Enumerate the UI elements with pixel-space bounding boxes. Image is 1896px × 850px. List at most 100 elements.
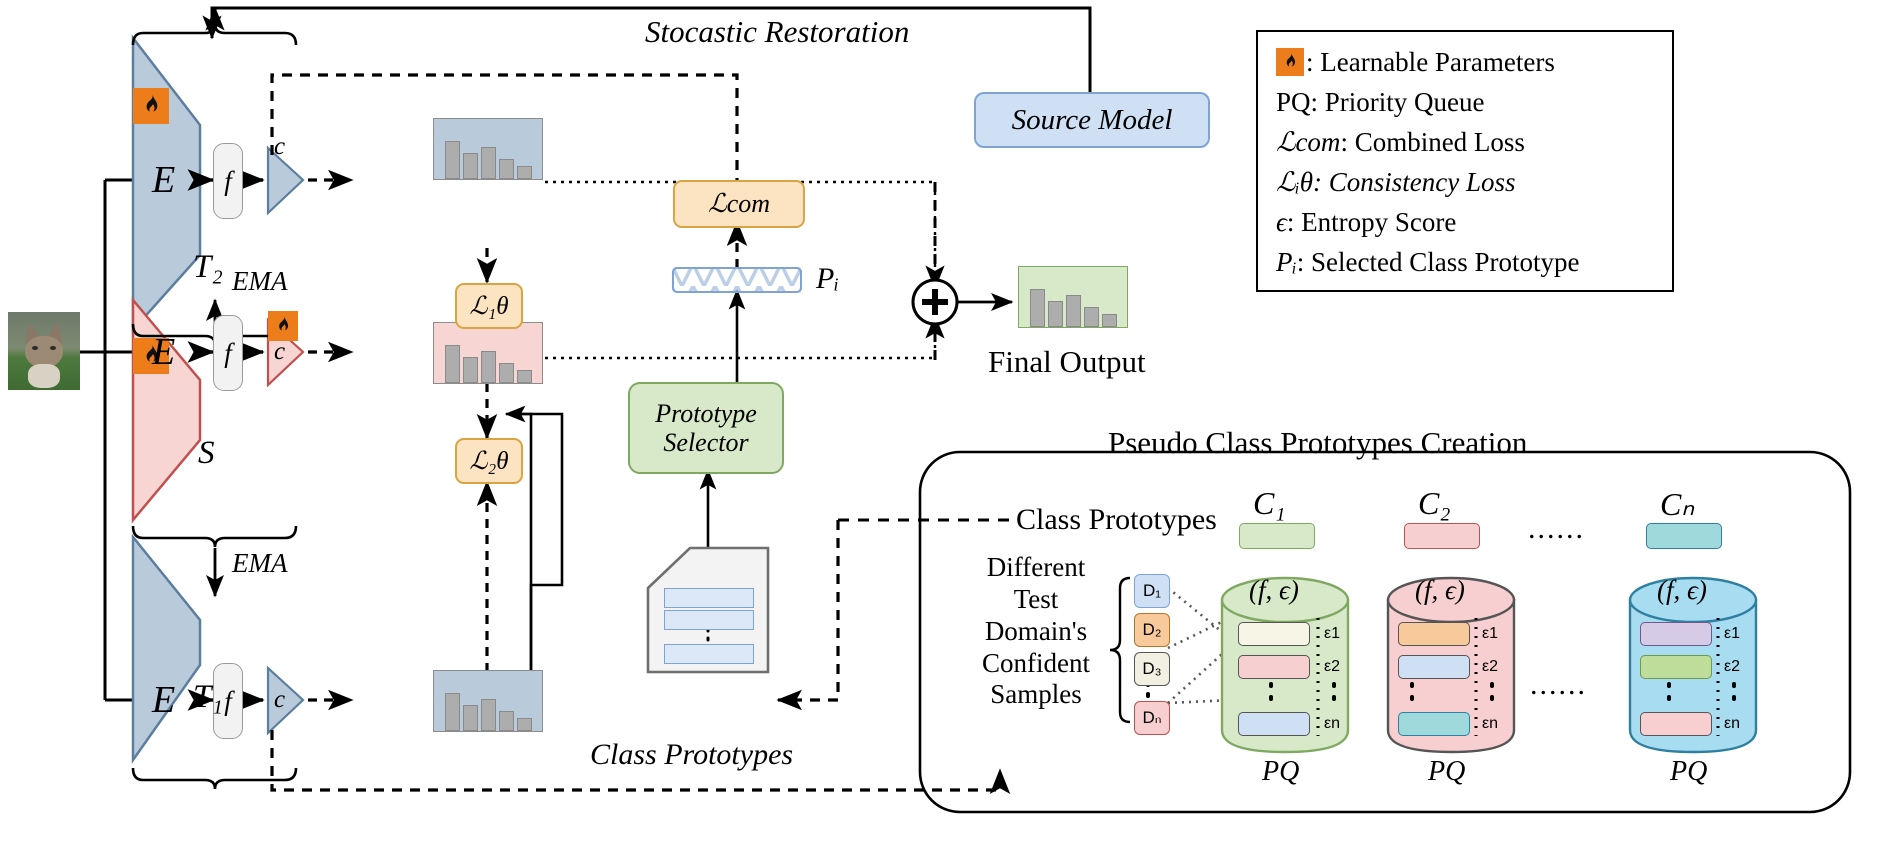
loss-box-l2: ℒ₂θ <box>455 438 523 484</box>
legend-key: ℒᵢθ <box>1276 166 1313 197</box>
pq-entry-c1-2 <box>1238 655 1310 679</box>
pq-eps-label: ε2 <box>1324 658 1341 675</box>
feature-box-t2: f <box>213 143 243 219</box>
pq-eps-label: ε1 <box>1324 625 1341 642</box>
pq-entry-cn-1 <box>1640 622 1712 646</box>
domain-box-d1: D₁ <box>1134 574 1170 608</box>
source-model-label: Source Model <box>1011 103 1173 136</box>
class-prototypes-doc-bar <box>664 644 754 664</box>
samples-line: Samples <box>990 679 1082 710</box>
class-prototypes-doc-bar <box>664 588 754 608</box>
samples-line: Test <box>1013 583 1059 614</box>
prototype-selector-line2: Selector <box>663 428 749 457</box>
legend-item: ℒcom : Combined Loss <box>1276 122 1672 162</box>
legend-key: ℒcom <box>1276 126 1341 157</box>
loss-box-l1: ℒ₁θ <box>455 283 523 329</box>
loss-box-lcom: ℒcom <box>673 180 805 228</box>
diagram-canvas: E E E f f f c c c T₂ S T₁ EMA EMA ℒ₁θ ℒ₂… <box>0 0 1896 850</box>
pq-entry-c2-1 <box>1398 622 1470 646</box>
domain-box-d3: D₃ <box>1134 652 1170 686</box>
pq-entry-c2-2 <box>1398 655 1470 679</box>
stochastic-restoration-label: Stocastic Restoration <box>645 14 910 49</box>
samples-line: Different <box>986 552 1086 582</box>
branch-label-t2: T₂ <box>193 249 223 285</box>
feature-box-s: f <box>213 315 243 391</box>
samples-label: Different Test Domain's Confident Sample… <box>960 552 1112 711</box>
panel-class-prototypes-label: Class Prototypes <box>1016 503 1217 536</box>
domain-label: D₁ <box>1142 581 1161 600</box>
pq-entry-cn-2 <box>1640 655 1712 679</box>
feature-label: f <box>224 337 232 368</box>
class-swatch-c1 <box>1239 523 1315 549</box>
pi-label: Pᵢ <box>816 262 840 295</box>
histogram-t2 <box>433 118 543 180</box>
pq-eps-label: εn <box>1324 715 1341 732</box>
encoder-label-s: E <box>152 331 176 373</box>
legend-item: ℒᵢθ : Consistency Loss <box>1276 162 1672 202</box>
input-image <box>8 312 80 390</box>
prototype-selector-line1: Prototype <box>655 398 757 428</box>
source-model-box[interactable]: Source Model <box>974 92 1210 148</box>
cylinder-header-c1: (f, ϵ) <box>1249 575 1299 605</box>
classes-ellipsis: ...... <box>1528 512 1585 545</box>
pq-entry-c1-n <box>1238 712 1310 736</box>
legend-text: : Learnable Parameters <box>1306 46 1555 77</box>
legend-key: PQ <box>1276 86 1311 117</box>
cylinders-ellipsis: ...... <box>1530 668 1587 701</box>
legend-key: ϵ <box>1276 206 1287 237</box>
ema-label-down: EMA <box>232 548 288 578</box>
fire-icon <box>133 88 169 124</box>
domain-label: Dₙ <box>1142 708 1162 727</box>
histogram-final-output <box>1018 266 1128 328</box>
fire-icon <box>268 311 298 341</box>
pq-label-c2: PQ <box>1428 756 1466 787</box>
loss-label: ℒ₁θ <box>469 293 509 320</box>
legend-item: ϵ : Entropy Score <box>1276 202 1672 242</box>
samples-line: Confident <box>982 647 1090 678</box>
prototype-selector-box[interactable]: Prototype Selector <box>628 382 784 474</box>
cylinder-header-c2: (f, ϵ) <box>1415 575 1465 605</box>
legend-text: : Entropy Score <box>1286 206 1457 237</box>
domain-label: D₂ <box>1142 620 1162 639</box>
histogram-s <box>433 322 543 384</box>
loss-label: ℒ₂θ <box>469 448 509 475</box>
class-label-cn: Cₙ <box>1660 486 1695 522</box>
pq-eps-label: ε1 <box>1482 625 1499 642</box>
pq-eps-label: ε2 <box>1724 658 1741 675</box>
final-output-label: Final Output <box>988 344 1146 379</box>
legend-text: : Priority Queue <box>1310 86 1485 117</box>
legend-text: : Combined Loss <box>1340 126 1525 157</box>
legend-text: : Consistency Loss <box>1312 166 1516 197</box>
class-swatch-c2 <box>1404 523 1480 549</box>
feature-label: f <box>224 165 232 196</box>
pq-entry-c1-1 <box>1238 622 1310 646</box>
pq-label-c1: PQ <box>1262 756 1300 787</box>
legend-item: Pᵢ : Selected Class Prototype <box>1276 242 1672 282</box>
class-label-c2: C₂ <box>1418 485 1451 521</box>
cylinder-header-cn: (f, ϵ) <box>1657 575 1707 605</box>
class-prototypes-caption: Class Prototypes <box>590 738 794 771</box>
pq-eps-label: ε2 <box>1482 658 1499 675</box>
branch-label-t1: T₁ <box>193 679 223 715</box>
loss-label: ℒcom <box>707 189 771 218</box>
class-swatch-cn <box>1646 523 1722 549</box>
legend-key: Pᵢ <box>1276 246 1297 277</box>
classifier-label-t1: c <box>274 686 286 713</box>
legend-item: : Learnable Parameters <box>1276 42 1672 82</box>
histogram-t1 <box>433 670 543 732</box>
pq-eps-label: ε1 <box>1724 625 1741 642</box>
branch-label-s: S <box>198 435 215 471</box>
pq-entry-c2-n <box>1398 712 1470 736</box>
legend-text: : Selected Class Prototype <box>1296 246 1580 277</box>
legend-box: : Learnable Parameters PQ : Priority Que… <box>1256 30 1674 292</box>
legend-item: PQ : Priority Queue <box>1276 82 1672 122</box>
domain-box-d2: D₂ <box>1134 613 1170 647</box>
ema-label-up: EMA <box>232 266 288 296</box>
feature-label: f <box>224 685 232 716</box>
domain-label: D₃ <box>1142 659 1162 678</box>
pseudo-panel-title: Pseudo Class Prototypes Creation <box>1108 425 1528 460</box>
pq-entry-cn-n <box>1640 712 1712 736</box>
pq-eps-label: εn <box>1482 715 1499 732</box>
class-prototypes-doc-bar <box>664 610 754 630</box>
classifier-label-s: c <box>274 338 286 365</box>
